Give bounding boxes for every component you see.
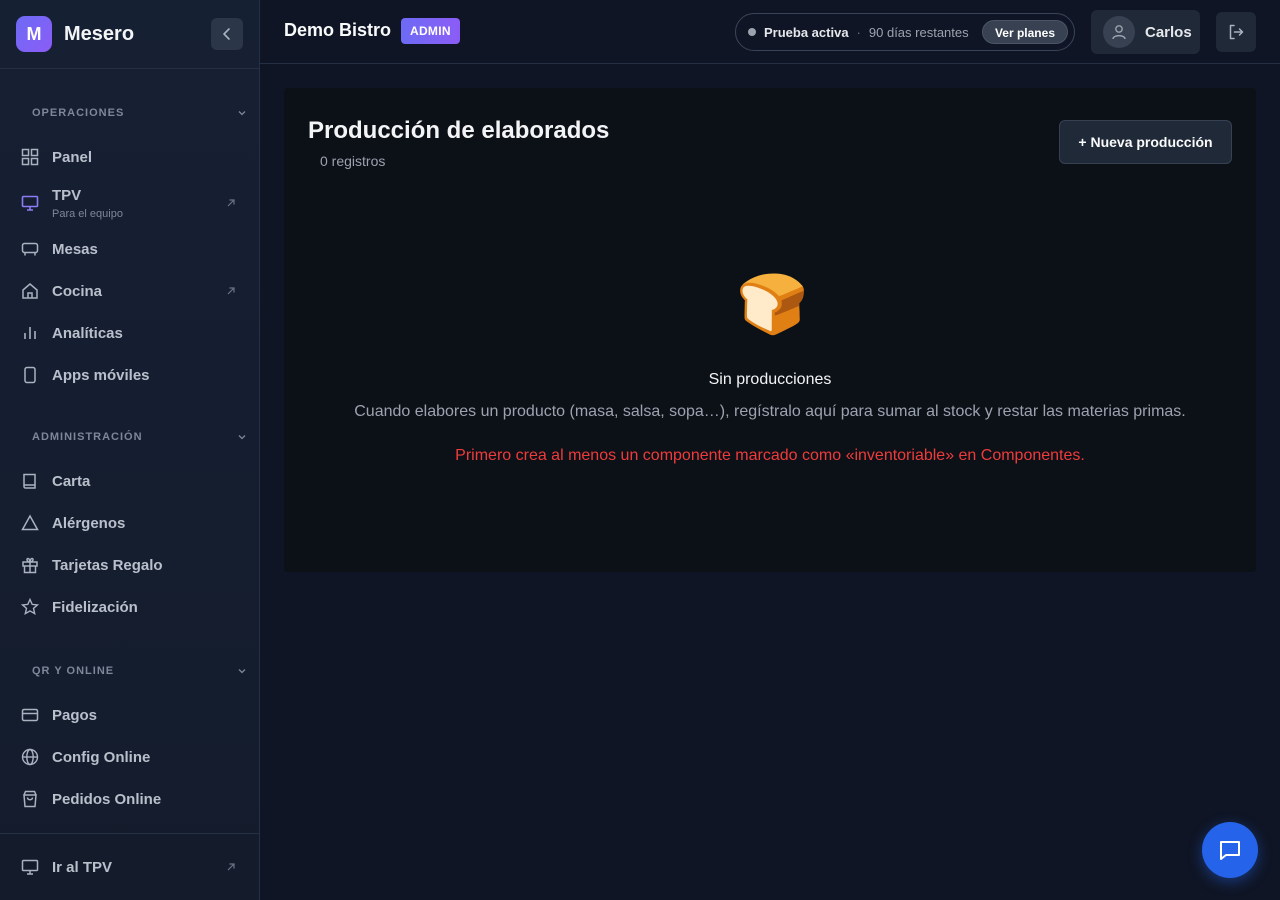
chevron-down-icon bbox=[238, 435, 246, 440]
trial-label: Prueba activa bbox=[764, 24, 849, 40]
star-icon bbox=[20, 597, 40, 617]
section-header-qr-online[interactable]: QR Y ONLINE bbox=[0, 664, 259, 678]
status-dot-icon bbox=[748, 28, 756, 36]
sidebar-item-label: Cocina bbox=[52, 282, 103, 300]
avatar bbox=[1103, 16, 1135, 48]
sidebar-item-apps-moviles[interactable]: Apps móviles bbox=[0, 354, 259, 396]
chat-button[interactable] bbox=[1202, 822, 1258, 878]
monitor-icon bbox=[20, 857, 40, 877]
sidebar-item-tpv[interactable]: TPV Para el equipo bbox=[0, 178, 259, 228]
warning-icon bbox=[20, 513, 40, 533]
sidebar-item-fidelizacion[interactable]: Fidelización bbox=[0, 586, 259, 628]
chat-icon bbox=[1220, 841, 1240, 860]
logout-button[interactable] bbox=[1216, 12, 1256, 52]
bar-chart-icon bbox=[20, 323, 40, 343]
bread-icon: 🍞 bbox=[736, 272, 809, 337]
user-icon bbox=[1112, 25, 1126, 40]
section-header-operaciones[interactable]: OPERACIONES bbox=[0, 106, 259, 120]
empty-state-title: Sin producciones bbox=[708, 371, 832, 388]
sidebar-item-label: Panel bbox=[52, 148, 93, 166]
topbar: Demo Bistro ADMIN Prueba activa · 90 día… bbox=[260, 0, 1280, 64]
smartphone-icon bbox=[20, 365, 40, 385]
sidebar-item-label: Analíticas bbox=[52, 324, 123, 342]
section-title: ADMINISTRACIÓN bbox=[32, 431, 143, 443]
sidebar: M Mesero OPERACIONES Panel TPV Para el e… bbox=[0, 0, 260, 900]
sidebar-item-panel[interactable]: Panel bbox=[0, 136, 259, 178]
sidebar-item-label: Pagos bbox=[52, 706, 98, 724]
external-link-icon bbox=[227, 199, 235, 207]
sidebar-item-tarjetas-regalo[interactable]: Tarjetas Regalo bbox=[0, 544, 259, 586]
gift-icon bbox=[20, 555, 40, 575]
sidebar-footer: Ir al TPV bbox=[0, 833, 259, 900]
go-to-tpv-label: Ir al TPV bbox=[52, 858, 113, 876]
sidebar-item-cocina[interactable]: Cocina bbox=[0, 270, 259, 312]
chevron-left-icon bbox=[223, 28, 230, 40]
sidebar-item-analiticas[interactable]: Analíticas bbox=[0, 312, 259, 354]
chevron-down-icon bbox=[238, 111, 246, 116]
view-plans-button[interactable]: Ver planes bbox=[981, 20, 1068, 44]
empty-state-description: Cuando elabores un producto (masa, salsa… bbox=[354, 403, 1186, 420]
sidebar-item-label: Apps móviles bbox=[52, 366, 150, 384]
new-production-button[interactable]: + Nueva producción bbox=[1059, 120, 1232, 164]
collapse-sidebar-button[interactable] bbox=[211, 18, 243, 50]
user-name: Carlos bbox=[1145, 23, 1192, 41]
sidebar-item-pedidos-online[interactable]: Pedidos Online bbox=[0, 778, 259, 820]
section-header-administracion[interactable]: ADMINISTRACIÓN bbox=[0, 430, 259, 444]
role-badge: ADMIN bbox=[401, 18, 460, 44]
sidebar-item-label: Config Online bbox=[52, 748, 151, 766]
sidebar-item-sublabel: Para el equipo bbox=[52, 207, 123, 220]
sidebar-item-label: Mesas bbox=[52, 240, 98, 258]
monitor-icon bbox=[20, 193, 40, 213]
section-title: QR Y ONLINE bbox=[32, 665, 115, 677]
chevron-down-icon bbox=[238, 669, 246, 674]
user-menu-button[interactable]: Carlos bbox=[1091, 10, 1200, 54]
empty-state-warning: Primero crea al menos un componente marc… bbox=[455, 447, 1085, 464]
trial-days-remaining: 90 días restantes bbox=[868, 24, 969, 40]
sidebar-item-pagos[interactable]: Pagos bbox=[0, 694, 259, 736]
brand-logo[interactable]: M bbox=[16, 16, 52, 52]
page-title: Producción de elaborados bbox=[308, 117, 610, 144]
sidebar-item-alergenos[interactable]: Alérgenos bbox=[0, 502, 259, 544]
sidebar-item-mesas[interactable]: Mesas bbox=[0, 228, 259, 270]
sidebar-nav: OPERACIONES Panel TPV Para el equipo Mes… bbox=[0, 70, 259, 832]
org-name: Demo Bistro bbox=[284, 20, 392, 40]
external-link-icon bbox=[227, 287, 235, 295]
sidebar-item-config-online[interactable]: Config Online bbox=[0, 736, 259, 778]
sidebar-item-label: Carta bbox=[52, 472, 91, 490]
sidebar-item-label: Fidelización bbox=[52, 598, 138, 616]
trial-status: Prueba activa · 90 días restantes Ver pl… bbox=[735, 13, 1075, 51]
grid-icon bbox=[20, 147, 40, 167]
logout-icon bbox=[1229, 24, 1244, 40]
sidebar-item-label: Pedidos Online bbox=[52, 790, 162, 808]
brand-name[interactable]: Mesero bbox=[64, 23, 134, 46]
credit-card-icon bbox=[20, 705, 40, 725]
production-card: Producción de elaborados 0 registros + N… bbox=[284, 88, 1256, 572]
home-icon bbox=[20, 281, 40, 301]
external-link-icon bbox=[227, 863, 235, 871]
sidebar-item-carta[interactable]: Carta bbox=[0, 460, 259, 502]
go-to-tpv-link[interactable]: Ir al TPV bbox=[0, 846, 259, 888]
sidebar-item-label: TPV bbox=[52, 186, 82, 204]
sidebar-item-label: Tarjetas Regalo bbox=[52, 556, 163, 574]
section-title: OPERACIONES bbox=[32, 107, 125, 119]
trial-separator: · bbox=[856, 24, 861, 40]
book-icon bbox=[20, 471, 40, 491]
globe-icon bbox=[20, 747, 40, 767]
table-icon bbox=[20, 239, 40, 259]
record-count: 0 registros bbox=[320, 153, 386, 169]
sidebar-item-label: Alérgenos bbox=[52, 514, 126, 532]
shopping-bag-icon bbox=[20, 789, 40, 809]
